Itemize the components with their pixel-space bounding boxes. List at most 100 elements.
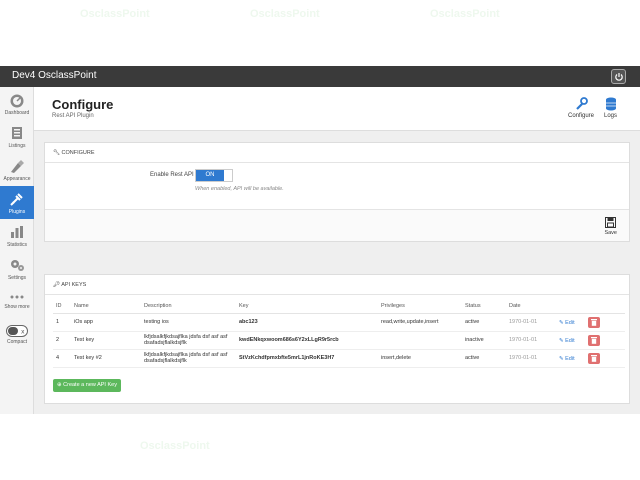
plugins-icon <box>10 193 23 206</box>
save-label: Save <box>604 230 617 236</box>
main-content: Configure Rest API Plugin Configure Logs… <box>34 87 640 414</box>
dashboard-icon <box>10 94 24 108</box>
wrench-icon <box>576 97 588 110</box>
panel-heading: 🔑︎ API KEYS <box>45 275 629 295</box>
row-name: Test key <box>71 331 141 350</box>
row-key: abc123 <box>236 313 378 332</box>
sidebar-item-label: Show more <box>4 304 30 310</box>
sidebar-item-appearance[interactable]: Appearance <box>0 153 34 186</box>
delete-button[interactable] <box>588 316 601 328</box>
api-keys-panel: 🔑︎ API KEYS ID Name Description Key Priv… <box>44 274 630 404</box>
row-key: kwdENkqxwoom686s6Y2xLLgR9r5rcb <box>236 331 378 350</box>
row-privileges: insert,delete <box>378 349 462 368</box>
watermark: OsclassPoint <box>250 8 320 20</box>
appearance-icon <box>11 160 24 173</box>
sidebar-item-show-more[interactable]: Show more <box>0 287 34 320</box>
sidebar: Dashboard Listings Appearance Plugins St… <box>0 87 34 414</box>
watermark: OsclassPoint <box>430 8 500 20</box>
power-icon[interactable] <box>611 69 626 84</box>
row-date: 1970-01-01 <box>506 331 556 350</box>
save-bar: Save <box>45 209 629 241</box>
table-header-row: ID Name Description Key Privileges Statu… <box>53 299 625 314</box>
row-name: Test key #2 <box>71 349 141 368</box>
trash-icon <box>591 354 598 362</box>
save-button[interactable]: Save <box>604 217 617 236</box>
enable-api-hint: When enabled, API will be available. <box>195 186 284 192</box>
key-icon: 🔑︎ <box>53 282 60 288</box>
row-status: active <box>462 313 506 332</box>
sidebar-item-listings[interactable]: Listings <box>0 120 34 153</box>
row-actions: ✎ Edit <box>556 331 625 350</box>
table-row: 2 Test key lkfjdsalkfjkdsajflka jdsfa ds… <box>53 331 625 350</box>
row-privileges: read,write,update,insert <box>378 313 462 332</box>
table-row: 1 iOs app testing ios abc123 read,write,… <box>53 313 625 332</box>
delete-button[interactable] <box>588 352 601 364</box>
row-actions: ✎ Edit <box>556 313 625 332</box>
logs-label: Logs <box>604 113 618 119</box>
sidebar-item-label: Compact <box>6 339 27 345</box>
page-title: Configure <box>52 97 114 112</box>
row-key: StVzKchdfpmxbfte5mrL1jnRoKE3H7 <box>236 349 378 368</box>
compact-toggle-icon: x <box>6 325 28 337</box>
database-icon <box>605 97 616 111</box>
toggle-on-state: ON <box>196 170 224 181</box>
sidebar-item-label: Appearance <box>3 176 31 182</box>
column-id: ID <box>53 299 71 314</box>
pencil-icon: ✎ <box>559 319 564 326</box>
floppy-disk-icon <box>605 217 617 228</box>
row-date: 1970-01-01 <box>506 313 556 332</box>
row-description: lkfjdsalkfjkdsajflka jdsfa dsf asf asf ds… <box>141 331 236 350</box>
create-api-key-button[interactable]: ⊕ Create a new API Key <box>53 379 121 392</box>
trash-icon <box>591 318 598 326</box>
more-icon <box>10 295 24 299</box>
row-status: inactive <box>462 331 506 350</box>
column-date: Date <box>506 299 556 314</box>
settings-icon <box>11 260 24 271</box>
edit-link[interactable]: ✎ Edit <box>559 337 575 343</box>
sidebar-item-compact[interactable]: x Compact <box>0 320 34 353</box>
column-status: Status <box>462 299 506 314</box>
sidebar-item-settings[interactable]: Settings <box>0 252 34 285</box>
configure-button[interactable]: Configure <box>568 97 594 119</box>
sidebar-item-label: Settings <box>7 275 27 281</box>
column-privileges: Privileges <box>378 299 462 314</box>
edit-link[interactable]: ✎ Edit <box>559 355 575 361</box>
row-id: 4 <box>53 349 71 368</box>
listings-icon <box>12 127 22 139</box>
watermark: OsclassPoint <box>80 8 150 20</box>
column-key: Key <box>236 299 378 314</box>
row-description: testing ios <box>141 313 236 332</box>
row-privileges <box>378 331 462 350</box>
column-description: Description <box>141 299 236 314</box>
logs-button[interactable]: Logs <box>604 97 617 119</box>
panel-heading: 🔧︎ CONFIGURE <box>45 143 629 163</box>
sidebar-item-statistics[interactable]: Statistics <box>0 219 34 252</box>
row-description: lkfjdsalkfjkdsajflka jdsfa dsf asf asf ds… <box>141 349 236 368</box>
wrench-icon: 🔧︎ <box>53 150 60 156</box>
row-id: 2 <box>53 331 71 350</box>
table-row: 4 Test key #2 lkfjdsalkfjkdsajflka jdsfa… <box>53 349 625 368</box>
page-header: Configure Rest API Plugin Configure Logs <box>34 87 640 131</box>
svg-text:x: x <box>21 329 25 336</box>
row-name: iOs app <box>71 313 141 332</box>
sidebar-item-dashboard[interactable]: Dashboard <box>0 87 34 120</box>
pencil-icon: ✎ <box>559 337 564 344</box>
sidebar-item-label: Listings <box>8 143 26 149</box>
row-status: active <box>462 349 506 368</box>
trash-icon <box>591 336 598 344</box>
app-title: Dev4 OsclassPoint <box>12 70 97 81</box>
delete-button[interactable] <box>588 334 601 346</box>
row-date: 1970-01-01 <box>506 349 556 368</box>
sidebar-item-label: Plugins <box>8 209 26 215</box>
configure-label: Configure <box>568 113 595 119</box>
configure-panel: 🔧︎ CONFIGURE Enable Rest API ON When ena… <box>44 142 630 242</box>
enable-api-label: Enable Rest API <box>150 172 194 178</box>
row-id: 1 <box>53 313 71 332</box>
sidebar-item-plugins[interactable]: Plugins <box>0 186 34 219</box>
column-actions <box>556 299 625 314</box>
enable-api-toggle[interactable]: ON <box>195 169 233 182</box>
sidebar-item-label: Dashboard <box>4 110 30 116</box>
edit-link[interactable]: ✎ Edit <box>559 319 575 325</box>
plus-icon: ⊕ <box>57 382 62 388</box>
top-bar: Dev4 OsclassPoint <box>0 66 640 87</box>
